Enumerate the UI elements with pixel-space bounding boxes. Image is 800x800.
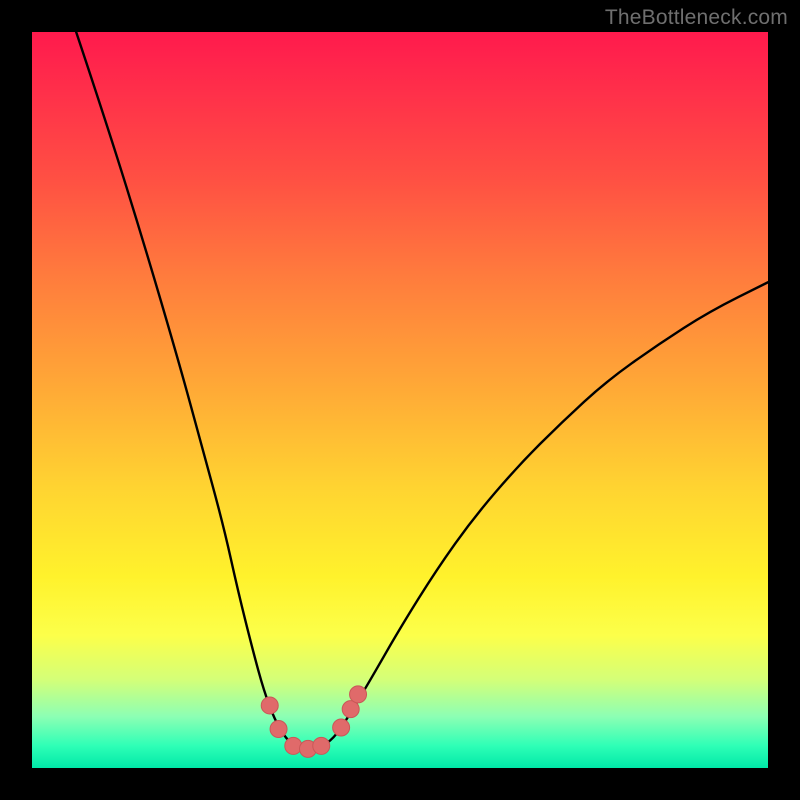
- plot-area: [32, 32, 768, 768]
- bottleneck-curve: [76, 32, 768, 749]
- marker-group: [261, 686, 366, 757]
- chart-frame: TheBottleneck.com: [0, 0, 800, 800]
- marker-dot: [261, 697, 278, 714]
- watermark-text: TheBottleneck.com: [605, 6, 788, 30]
- curve-svg: [32, 32, 768, 768]
- marker-dot: [313, 737, 330, 754]
- marker-dot: [350, 686, 367, 703]
- marker-dot: [333, 719, 350, 736]
- marker-dot: [270, 720, 287, 737]
- marker-dot: [285, 737, 302, 754]
